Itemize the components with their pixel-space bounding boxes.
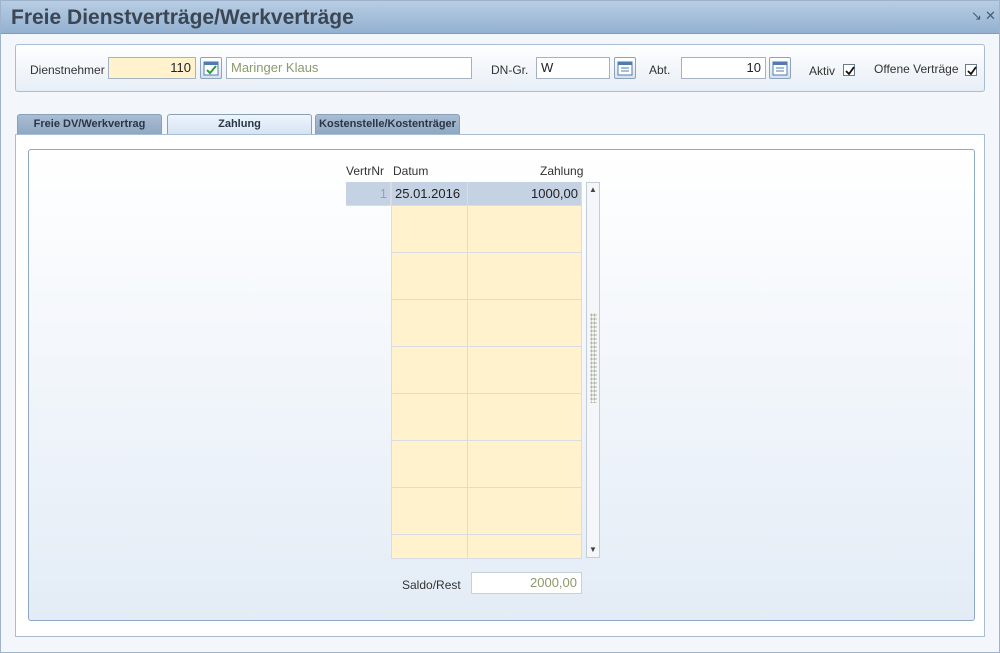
zahlung-cell[interactable]: 1000,00 <box>468 182 582 206</box>
zahlung-cell[interactable] <box>468 417 582 441</box>
zahlung-cell[interactable] <box>468 323 582 347</box>
dienstnehmer-input[interactable]: 110 <box>108 57 196 79</box>
aktiv-checkbox[interactable] <box>843 64 855 76</box>
datum-cell[interactable] <box>391 229 468 253</box>
datum-cell[interactable] <box>391 205 468 230</box>
column-header-vertrnr: VertrNr <box>346 164 385 178</box>
checkmark-icon <box>967 66 977 76</box>
datum-cell[interactable] <box>391 417 468 441</box>
saldo-rest-field: 2000,00 <box>471 572 582 594</box>
zahlung-cell[interactable] <box>468 464 582 488</box>
zahlung-panel: VertrNr Datum Zahlung 1 25.01.2016 1000,00… <box>28 149 975 621</box>
column-header-zahlung: Zahlung <box>540 164 584 178</box>
zahlung-cell[interactable] <box>468 346 582 371</box>
zahlung-cell[interactable] <box>468 299 582 324</box>
zahlung-cell[interactable] <box>468 252 582 277</box>
offene-vertraege-label: Offene Verträge <box>874 62 959 76</box>
title-bar: Freie Dienstverträge/Werkverträge ↘ ✕ <box>1 1 999 34</box>
zahlung-cell[interactable] <box>468 205 582 230</box>
dngr-input[interactable]: W <box>536 57 610 79</box>
offene-vertraege-checkbox[interactable] <box>965 64 977 76</box>
column-header-datum: Datum <box>393 164 429 178</box>
check-list-icon <box>203 61 219 76</box>
datum-cell[interactable] <box>391 534 468 559</box>
zahlung-cell[interactable] <box>468 487 582 512</box>
zahlung-cell[interactable] <box>468 229 582 253</box>
list-icon <box>617 61 633 76</box>
zahlung-cell[interactable] <box>468 511 582 535</box>
datum-cell[interactable] <box>391 393 468 418</box>
datum-cell[interactable]: 25.01.2016 <box>391 182 468 206</box>
scroll-thumb[interactable] <box>590 313 597 403</box>
abt-picker-button[interactable] <box>769 57 791 79</box>
datum-cell[interactable] <box>391 323 468 347</box>
datum-cell[interactable] <box>391 252 468 277</box>
scroll-up-icon[interactable]: ▲ <box>588 185 598 195</box>
scroll-down-icon[interactable]: ▼ <box>588 545 598 555</box>
zahlung-cell[interactable] <box>468 276 582 300</box>
minimize-icon[interactable]: ↘ <box>971 9 982 23</box>
window-title: Freie Dienstverträge/Werkverträge <box>11 6 354 29</box>
saldo-rest-label: Saldo/Rest <box>402 578 461 592</box>
table-scrollbar[interactable]: ▲ ▼ <box>586 182 600 558</box>
datum-cell[interactable] <box>391 487 468 512</box>
main-window: Freie Dienstverträge/Werkverträge ↘ ✕ Di… <box>0 0 1000 653</box>
filter-panel: Dienstnehmer 110 Maringer Klaus DN-Gr. W… <box>15 44 985 92</box>
close-icon[interactable]: ✕ <box>985 9 996 23</box>
vertrnr-cell[interactable]: 1 <box>346 182 391 206</box>
tab-kostenstelle-kostentraeger[interactable]: Kostenstelle/Kostenträger <box>315 114 460 135</box>
dienstnehmer-label: Dienstnehmer <box>30 63 105 77</box>
tab-freie-dv-werkvertrag[interactable]: Freie DV/Werkvertrag <box>17 114 162 135</box>
checkmark-icon <box>845 66 855 76</box>
tab-content: VertrNr Datum Zahlung 1 25.01.2016 1000,00… <box>15 134 985 637</box>
abt-label: Abt. <box>649 63 671 77</box>
abt-input[interactable]: 10 <box>681 57 766 79</box>
dienstnehmer-lookup-button[interactable] <box>200 57 222 79</box>
datum-cell[interactable] <box>391 511 468 535</box>
datum-cell[interactable] <box>391 276 468 300</box>
zahlung-cell[interactable] <box>468 440 582 465</box>
dngr-label: DN-Gr. <box>491 63 529 77</box>
datum-cell[interactable] <box>391 299 468 324</box>
zahlung-cell[interactable] <box>468 370 582 394</box>
datum-cell[interactable] <box>391 464 468 488</box>
tab-zahlung[interactable]: Zahlung <box>167 114 312 135</box>
datum-cell[interactable] <box>391 440 468 465</box>
datum-cell[interactable] <box>391 346 468 371</box>
dngr-picker-button[interactable] <box>614 57 636 79</box>
aktiv-label: Aktiv <box>809 64 836 78</box>
zahlung-cell[interactable] <box>468 534 582 559</box>
list-icon <box>772 61 788 76</box>
zahlung-cell[interactable] <box>468 393 582 418</box>
dienstnehmer-name-field: Maringer Klaus <box>226 57 472 79</box>
datum-cell[interactable] <box>391 370 468 394</box>
